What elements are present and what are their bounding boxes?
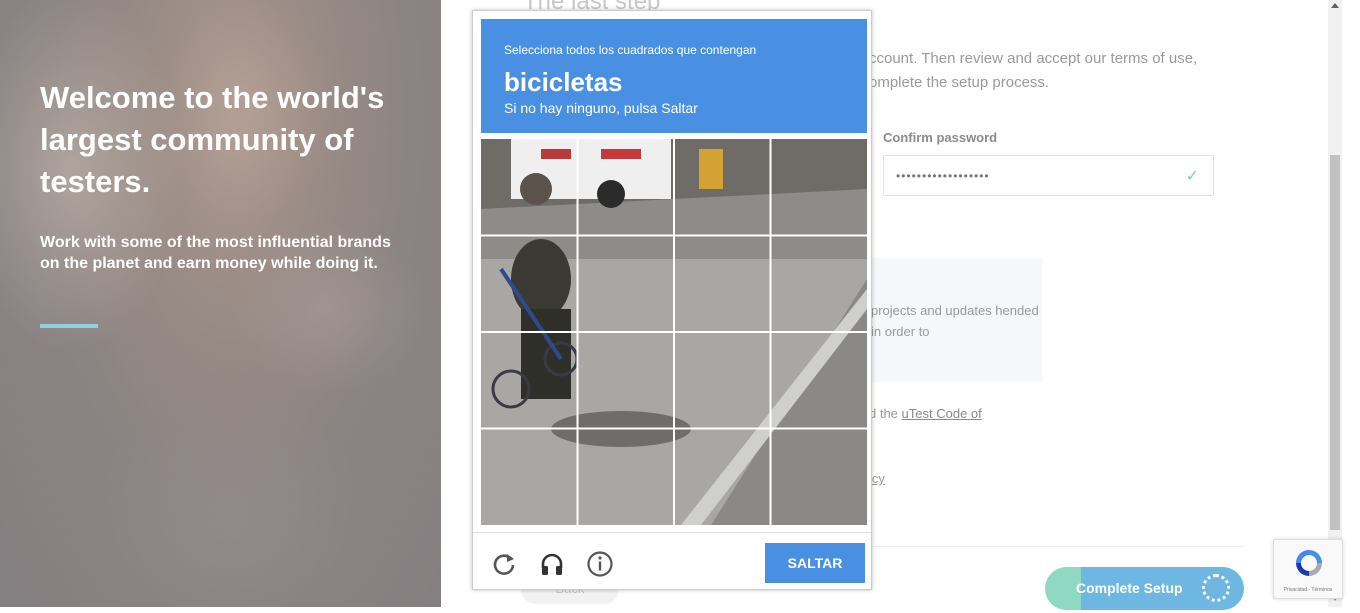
scroll-up-arrow[interactable] bbox=[1331, 3, 1339, 8]
confirm-password-label: Confirm password bbox=[883, 130, 998, 145]
captcha-tile-14[interactable] bbox=[578, 430, 673, 525]
captcha-tile-2[interactable] bbox=[578, 139, 673, 234]
captcha-tile-5[interactable] bbox=[481, 236, 576, 331]
hero-accent-rule bbox=[40, 324, 98, 328]
reload-icon[interactable] bbox=[490, 550, 518, 578]
spinner-icon bbox=[1202, 574, 1230, 602]
page-scrollbar[interactable] bbox=[1328, 0, 1342, 607]
captcha-tile-4[interactable] bbox=[772, 139, 867, 234]
captcha-tile-12[interactable] bbox=[772, 333, 867, 428]
code-of-conduct-prefix: d the bbox=[869, 406, 898, 421]
captcha-header: Selecciona todos los cuadrados que conte… bbox=[481, 19, 867, 133]
captcha-tile-1[interactable] bbox=[481, 139, 576, 234]
intro-text: ccount. Then review and accept our terms… bbox=[869, 50, 1198, 91]
captcha-tile-13[interactable] bbox=[481, 430, 576, 525]
captcha-tile-9[interactable] bbox=[481, 333, 576, 428]
hero-title: Welcome to the world's largest community… bbox=[40, 80, 385, 199]
scroll-thumb[interactable] bbox=[1330, 155, 1340, 530]
optin-text: projects and updates hended in order to bbox=[871, 303, 1039, 339]
complete-setup-button[interactable]: Complete Setup bbox=[1045, 567, 1244, 610]
captcha-tile-3[interactable] bbox=[675, 139, 770, 234]
headphones-icon[interactable] bbox=[538, 550, 566, 578]
captcha-image-grid bbox=[481, 139, 867, 525]
captcha-footer: SALTAR bbox=[473, 532, 871, 590]
recaptcha-logo-icon bbox=[1296, 550, 1322, 576]
confirm-password-field[interactable]: •••••••••••••••••• ✓ bbox=[883, 155, 1214, 196]
captcha-tile-6[interactable] bbox=[578, 236, 673, 331]
captcha-tile-7[interactable] bbox=[675, 236, 770, 331]
captcha-hint: Si no hay ninguno, pulsa Saltar bbox=[504, 100, 698, 116]
recaptcha-footer[interactable]: Privacidad - Términos bbox=[1274, 587, 1342, 593]
skip-button[interactable]: SALTAR bbox=[765, 543, 865, 583]
confirm-password-value: •••••••••••••••••• bbox=[896, 169, 990, 183]
complete-setup-label: Complete Setup bbox=[1076, 580, 1183, 596]
captcha-keyword: bicicletas bbox=[504, 67, 623, 97]
captcha-tile-8[interactable] bbox=[772, 236, 867, 331]
check-icon: ✓ bbox=[1185, 168, 1199, 185]
info-icon[interactable] bbox=[586, 550, 614, 578]
code-of-conduct-link[interactable]: uTest Code of bbox=[902, 406, 982, 421]
hero-panel: Welcome to the world's largest community… bbox=[0, 0, 441, 607]
recaptcha-badge[interactable]: Privacidad - Términos bbox=[1273, 539, 1343, 599]
code-of-conduct-line: d the uTest Code of bbox=[869, 406, 982, 421]
captcha-tile-16[interactable] bbox=[772, 430, 867, 525]
captcha-tile-11[interactable] bbox=[675, 333, 770, 428]
captcha-tile-10[interactable] bbox=[578, 333, 673, 428]
captcha-instruction: Selecciona todos los cuadrados que conte… bbox=[504, 43, 757, 57]
hero-subtitle: Work with some of the most influential b… bbox=[40, 234, 391, 272]
captcha-dialog: Selecciona todos los cuadrados que conte… bbox=[472, 10, 872, 590]
captcha-tile-15[interactable] bbox=[675, 430, 770, 525]
